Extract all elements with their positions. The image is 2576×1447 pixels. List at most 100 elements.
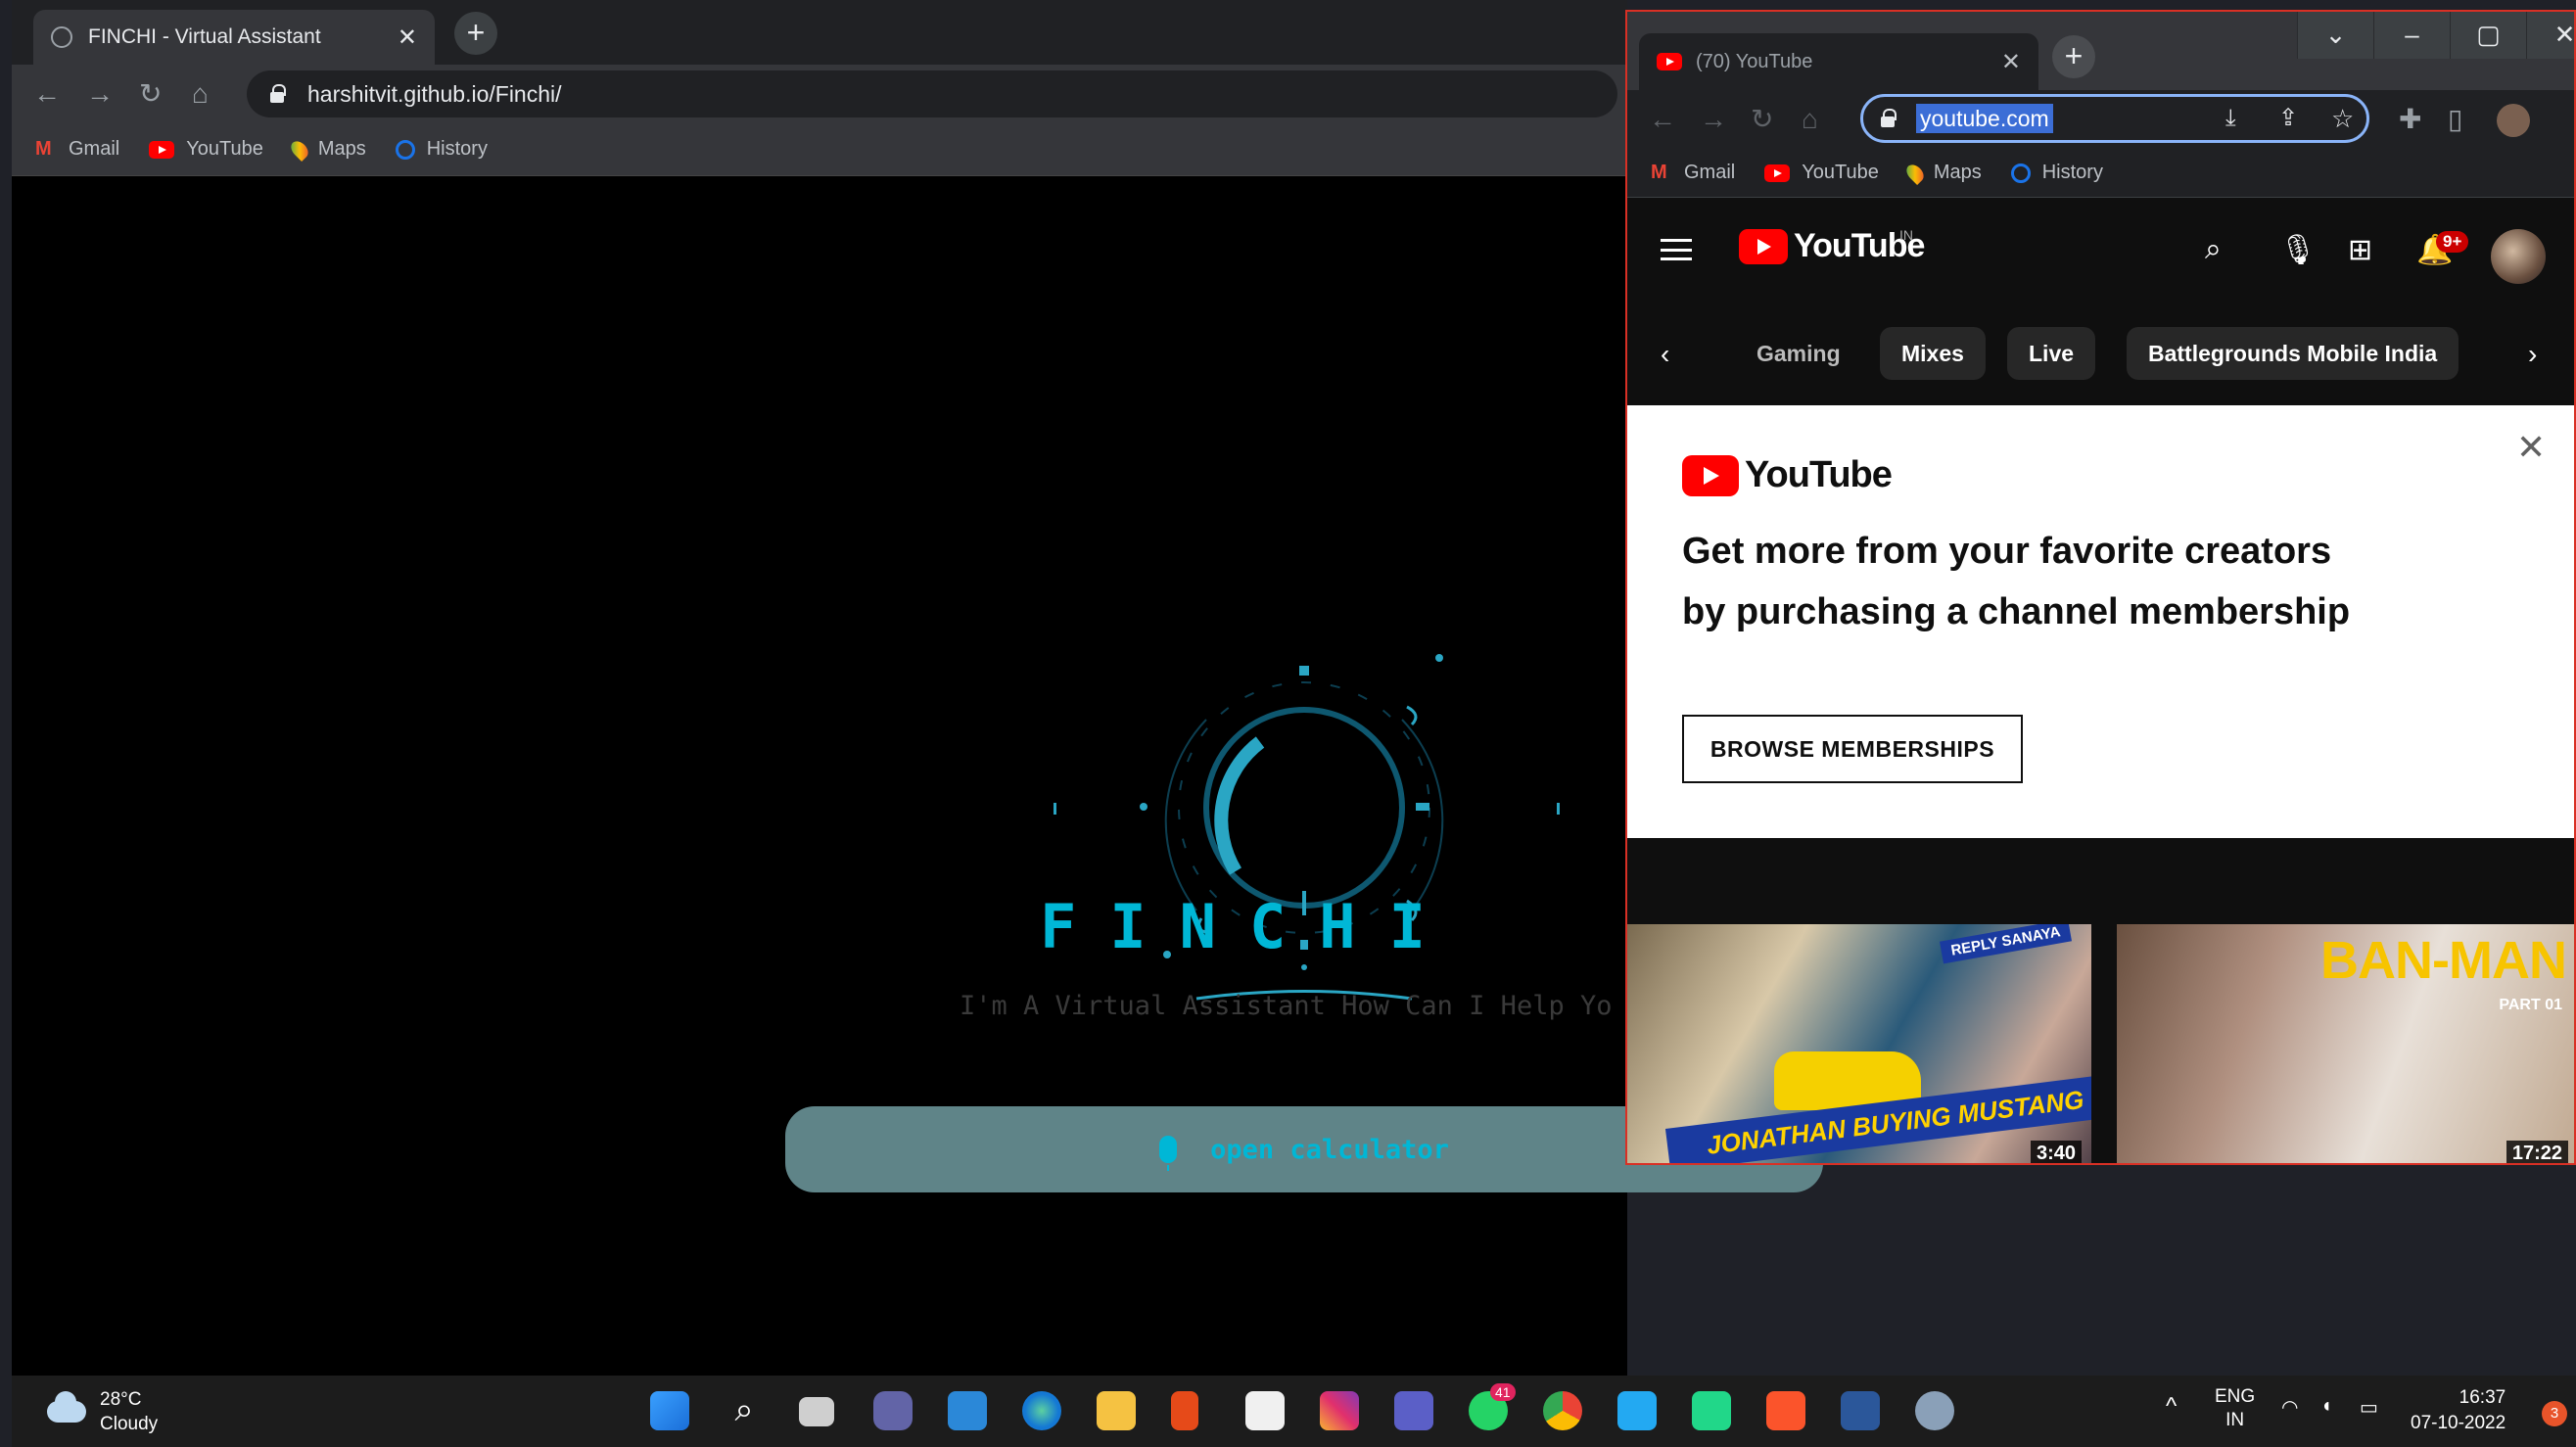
chat-icon[interactable] [873,1391,913,1430]
wifi-icon[interactable]: ◠ [2281,1395,2298,1420]
close-tab-icon[interactable]: ✕ [398,23,417,52]
youtube-logo[interactable]: YouTube [1739,227,1925,265]
close-icon[interactable]: ✕ [2516,427,2546,468]
chevron-right-icon[interactable]: › [2528,339,2537,370]
youtube-icon [1764,163,1791,182]
clock[interactable]: 16:37 07-10-2022 [2411,1385,2506,1436]
promo-headline: Get more from your favorite creators by … [1682,531,2351,632]
settings-gear-icon[interactable] [1915,1391,1954,1430]
install-icon[interactable]: ⤓ [2225,97,2236,140]
close-tab-icon[interactable]: ✕ [2001,48,2021,76]
bookmark-star-icon[interactable]: ☆ [2331,97,2354,140]
edge-icon[interactable] [1022,1391,1061,1430]
notification-count[interactable]: 3 [2542,1401,2567,1426]
start-icon[interactable] [650,1391,689,1430]
home-icon[interactable]: ⌂ [1802,104,1818,135]
address-bar[interactable]: youtube.com ⤓ ⇪ ☆ [1860,94,2369,143]
history-icon [395,139,415,160]
search-icon[interactable]: ⌕ [725,1391,764,1430]
minimize-button[interactable]: – [2373,12,2450,59]
bookmarks-bar: Gmail YouTube Maps History [1627,149,2574,198]
new-tab-button[interactable]: + [2052,35,2095,78]
chip-mixes[interactable]: Mixes [1880,327,1986,380]
video-thumbnail[interactable]: REPLY SANAYA JONATHAN BUYING MUSTANG - R… [1627,924,2091,1163]
back-icon[interactable]: ← [1649,104,1676,135]
store-icon[interactable] [1245,1391,1285,1430]
chip-live[interactable]: Live [2007,327,2096,380]
chip-gaming[interactable]: Gaming [1735,327,1862,380]
tab-search-icon[interactable]: ⌄ [2297,12,2373,59]
chevron-up-icon[interactable]: ^ [2166,1393,2177,1421]
thumbnail-tag: REPLY SANAYA [1940,924,2073,964]
youtube-logo-icon [1682,454,1739,496]
youtube-logo-icon [1739,228,1788,264]
reload-icon[interactable]: ↻ [139,78,162,110]
temperature: 28°C [100,1389,142,1410]
back-icon[interactable]: ← [33,78,61,110]
bookmark-gmail[interactable]: Gmail [1651,162,1735,184]
battery-icon[interactable]: ▭ [2360,1395,2378,1420]
browser-toolbar: ← → ↻ ⌂ harshitvit.github.io/Finchi/ [12,65,1627,123]
thumbnail-subtitle: PART 01 [2499,997,2562,1013]
maps-icon [287,137,311,162]
bookmark-gmail[interactable]: Gmail [35,138,119,161]
microphone-icon[interactable]: 🎙 [2279,233,2317,267]
bookmark-maps[interactable]: Maps [287,137,366,162]
address-bar[interactable]: harshitvit.github.io/Finchi/ [247,70,1617,117]
region-code: IN [1899,227,1913,243]
brave-icon[interactable] [1766,1391,1805,1430]
chrome-icon[interactable] [1543,1391,1582,1430]
youtube-icon [149,140,175,159]
video-thumbnail[interactable]: BAN-MAN PART 01 17:22 [2117,924,2574,1163]
maximize-button[interactable]: ▢ [2450,12,2526,59]
browse-memberships-button[interactable]: BROWSE MEMBERSHIPS [1682,715,2023,783]
side-panel-icon[interactable]: ▯ [2448,104,2462,135]
pycharm-icon[interactable] [1692,1391,1731,1430]
forward-icon[interactable]: → [1700,104,1727,135]
share-icon[interactable]: ⇪ [2278,97,2298,140]
create-video-icon[interactable]: ⊞ [2348,233,2372,267]
bookmark-history[interactable]: History [2010,162,2103,184]
volume-icon[interactable]: ◖ [2320,1395,2332,1418]
chevron-left-icon[interactable]: ‹ [1661,339,1669,370]
home-icon[interactable]: ⌂ [192,78,209,110]
instagram-icon[interactable] [1320,1391,1359,1430]
app-title: FINCHI [1040,891,1459,962]
close-window-button[interactable]: ✕ [2526,12,2574,59]
app-subtitle: I'm A Virtual Assistant How Can I Help Y… [960,991,1613,1021]
thumbnail-title: BAN-MAN [2320,931,2567,990]
vscode-icon[interactable] [1617,1391,1657,1430]
profile-avatar[interactable] [2497,104,2530,137]
forward-icon[interactable]: → [86,78,114,110]
office-icon[interactable] [1171,1391,1198,1430]
file-explorer-icon[interactable] [1097,1391,1136,1430]
chip-battlegrounds[interactable]: Battlegrounds Mobile India [2127,327,2459,380]
new-tab-button[interactable]: + [454,12,497,55]
bookmarks-bar: Gmail YouTube Maps History [12,123,1627,176]
teams-icon[interactable] [1394,1391,1433,1430]
search-icon[interactable]: ⌕ [2205,233,2222,266]
bookmark-history[interactable]: History [395,138,488,161]
tab-title: (70) YouTube [1696,50,1813,72]
word-icon[interactable] [1841,1391,1880,1430]
command-text: open calculator [1210,1134,1449,1165]
bookmark-youtube[interactable]: YouTube [1764,162,1879,184]
extensions-icon[interactable]: ✚ [2399,104,2421,135]
language-indicator[interactable]: ENG IN [2215,1385,2255,1432]
tab-finchi[interactable]: FINCHI - Virtual Assistant ✕ [33,10,435,65]
url-text: youtube.com [1916,104,2053,133]
gmail-icon [35,138,57,161]
menu-icon[interactable] [1661,239,1692,260]
microphone-icon[interactable] [1159,1136,1178,1171]
bookmark-youtube[interactable]: YouTube [149,138,263,161]
mail-icon[interactable] [948,1391,987,1430]
task-view-icon[interactable] [799,1397,834,1426]
bookmark-maps[interactable]: Maps [1902,161,1982,185]
weather-widget[interactable]: 28°C Cloudy [47,1387,158,1436]
reload-icon[interactable]: ↻ [1751,104,1773,135]
video-duration: 17:22 [2506,1141,2568,1163]
globe-icon [51,26,72,48]
avatar[interactable] [2491,229,2546,284]
whatsapp-badge: 41 [1490,1383,1516,1401]
tab-youtube[interactable]: (70) YouTube ✕ [1639,33,2038,90]
